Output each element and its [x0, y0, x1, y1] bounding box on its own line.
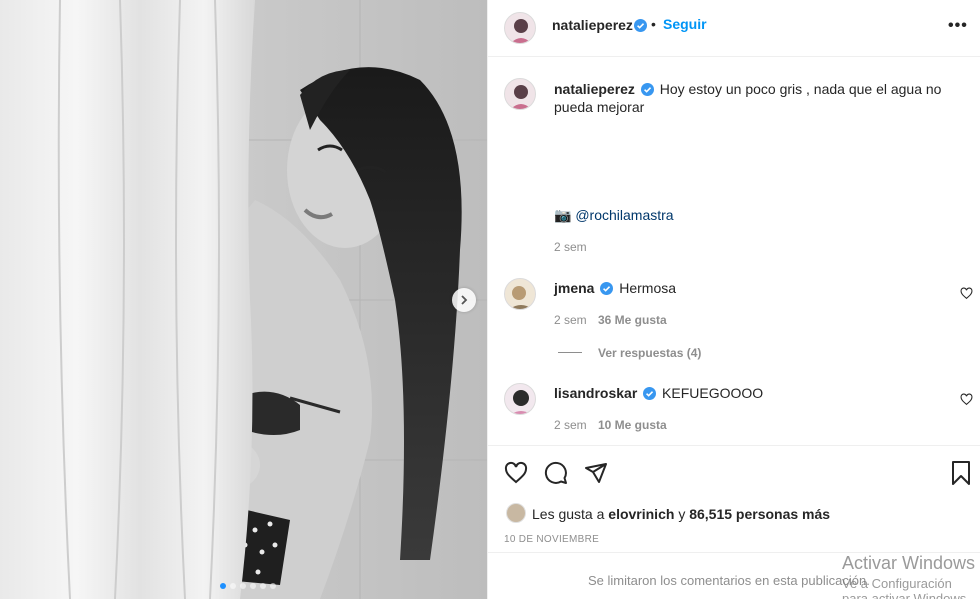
carousel-dot	[220, 583, 226, 589]
photo-credit: 📷 @rochilamastra	[554, 206, 674, 224]
view-replies-button[interactable]: Ver respuestas (4)	[598, 346, 701, 360]
caption-author-avatar[interactable]	[504, 78, 536, 110]
carousel-dot	[230, 583, 236, 589]
likes-joiner: y	[678, 506, 686, 522]
verified-icon	[600, 282, 614, 295]
author-username[interactable]: natalieperez	[552, 17, 633, 33]
header-separator: •	[651, 16, 656, 32]
comment-like-heart-icon[interactable]	[960, 393, 973, 406]
bookmark-icon[interactable]	[949, 460, 973, 486]
replies-divider	[558, 352, 582, 353]
carousel-dot	[260, 583, 266, 589]
comment-like-heart-icon[interactable]	[960, 287, 973, 300]
avatar-image	[505, 13, 535, 43]
likes-summary: Les gusta a elovrinich y 86,515 personas…	[532, 506, 830, 522]
comment-1: jmena Hermosa	[554, 279, 676, 297]
more-options-button[interactable]: •••	[948, 17, 968, 35]
camera-icon: 📷	[554, 207, 572, 223]
windows-activation-watermark: Activar Windows Ve a Configuración para …	[842, 553, 980, 599]
share-icon[interactable]	[584, 461, 608, 485]
comment-age[interactable]: 2 sem	[554, 418, 587, 432]
comment-avatar[interactable]	[504, 278, 536, 310]
post-caption: natalieperez Hoy estoy un poco gris , na…	[554, 80, 954, 116]
caption-age[interactable]: 2 sem	[554, 240, 587, 254]
carousel-next-button[interactable]	[452, 288, 476, 312]
comment-username[interactable]: lisandroskar	[554, 385, 637, 401]
carousel-dot	[270, 583, 276, 589]
heart-icon[interactable]	[504, 461, 528, 485]
photo-scene	[0, 0, 487, 599]
post-detail-panel: natalieperez • Seguir ••• natalieperez H…	[487, 0, 980, 599]
post-header: natalieperez • Seguir •••	[488, 0, 980, 57]
comment-icon[interactable]	[544, 461, 568, 485]
watermark-subtitle: Ve a Configuración para activar Windows.	[842, 576, 970, 599]
watermark-title: Activar Windows	[842, 553, 976, 573]
comment-avatar[interactable]	[504, 383, 536, 415]
comment-age[interactable]: 2 sem	[554, 313, 587, 327]
liker-username[interactable]: elovrinich	[608, 506, 674, 522]
post-photo[interactable]	[0, 0, 487, 599]
likes-count[interactable]: 86,515 personas más	[689, 506, 830, 522]
credit-mention-link[interactable]: @rochilamastra	[575, 207, 673, 223]
comment-text: Hermosa	[619, 280, 677, 296]
carousel-dots	[220, 583, 276, 589]
liker-avatar[interactable]	[506, 503, 526, 523]
follow-button[interactable]: Seguir	[663, 16, 707, 32]
comment-2: lisandroskar KEFUEGOOOO	[554, 384, 763, 402]
comment-username[interactable]: jmena	[554, 280, 594, 296]
verified-icon	[634, 19, 647, 32]
comment-like-count[interactable]: 36 Me gusta	[598, 313, 667, 327]
post-date[interactable]: 10 DE NOVIEMBRE	[504, 534, 599, 545]
author-avatar[interactable]	[504, 12, 536, 44]
comments-disabled-notice: Se limitaron los comentarios en esta pub…	[588, 573, 870, 588]
verified-icon	[640, 83, 654, 96]
comment-like-count[interactable]: 10 Me gusta	[598, 418, 667, 432]
verified-icon	[643, 387, 657, 400]
chevron-right-icon	[461, 295, 468, 305]
caption-username[interactable]: natalieperez	[554, 81, 635, 97]
carousel-dot	[250, 583, 256, 589]
avatar-image	[505, 279, 535, 309]
carousel-dot	[240, 583, 246, 589]
comment-text: KEFUEGOOOO	[662, 385, 764, 401]
likes-prefix: Les gusta a	[532, 506, 605, 522]
avatar-image	[505, 79, 535, 109]
avatar-image	[505, 384, 535, 414]
